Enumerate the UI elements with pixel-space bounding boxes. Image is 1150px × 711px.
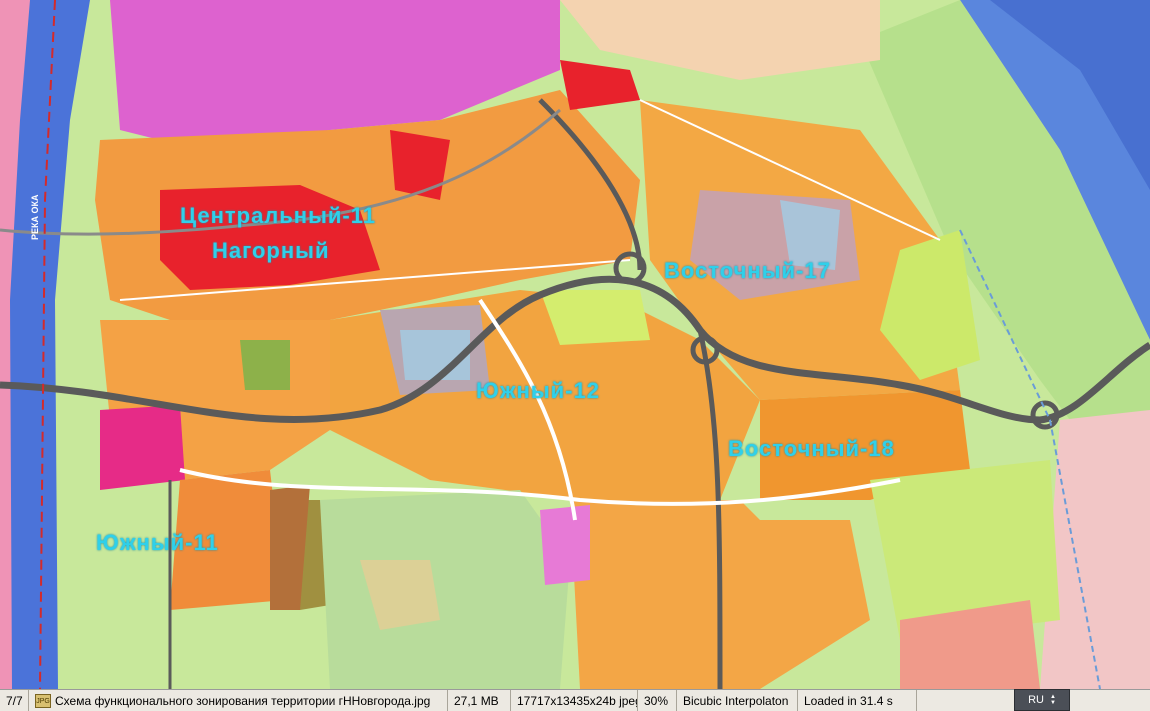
filename-cell: JPG Схема функционального зонирования те…: [29, 690, 448, 711]
filesize-cell: 27,1 MB: [448, 690, 511, 711]
dimensions-cell: 17717x13435x24b jpeg: [511, 690, 638, 711]
image-viewer-canvas[interactable]: Центральный-11 Нагорный Восточный-17 Южн…: [0, 0, 1150, 689]
image-file-icon: JPG: [35, 693, 51, 708]
status-bar: 7/7 JPG Схема функционального зонировани…: [0, 689, 1150, 711]
interpolation-cell: Bicubic Interpolaton: [677, 690, 798, 711]
park-south: [320, 490, 570, 689]
pink-zone-sw: [100, 405, 185, 490]
zoning-map: [0, 0, 1150, 689]
zoom-cell: 30%: [638, 690, 677, 711]
green-park-sw: [240, 340, 290, 390]
district-label-nagorny: Нагорный: [212, 238, 330, 263]
pink-se: [540, 505, 590, 585]
river-label-oka: РЕКА ОКА: [30, 194, 40, 241]
page-counter-text: 7/7: [6, 693, 23, 708]
district-label-central: Центральный-11: [180, 203, 376, 228]
public-zone-2: [390, 130, 450, 200]
filesize-text: 27,1 MB: [454, 693, 499, 708]
dimensions-text: 17717x13435x24b jpeg: [517, 693, 638, 708]
zoom-text: 30%: [644, 693, 669, 708]
interpolation-text: Bicubic Interpolaton: [683, 693, 789, 708]
language-indicator[interactable]: RU ▲ ▼: [1014, 689, 1070, 711]
district-label-vostochny-17: Восточный-17: [664, 258, 831, 283]
district-label-yuzhny-12: Южный-12: [476, 378, 600, 403]
page-counter: 7/7: [0, 690, 29, 711]
language-switch-arrows-icon[interactable]: ▲ ▼: [1050, 694, 1056, 706]
language-code: RU: [1028, 694, 1044, 706]
filename-text: Схема функционального зонирования террит…: [55, 693, 431, 708]
district-label-yuzhny-11: Южный-11: [96, 530, 219, 555]
load-time-text: Loaded in 31.4 s: [804, 693, 893, 708]
district-label-vostochny-18: Восточный-18: [728, 436, 895, 461]
load-time-cell: Loaded in 31.4 s: [798, 690, 917, 711]
